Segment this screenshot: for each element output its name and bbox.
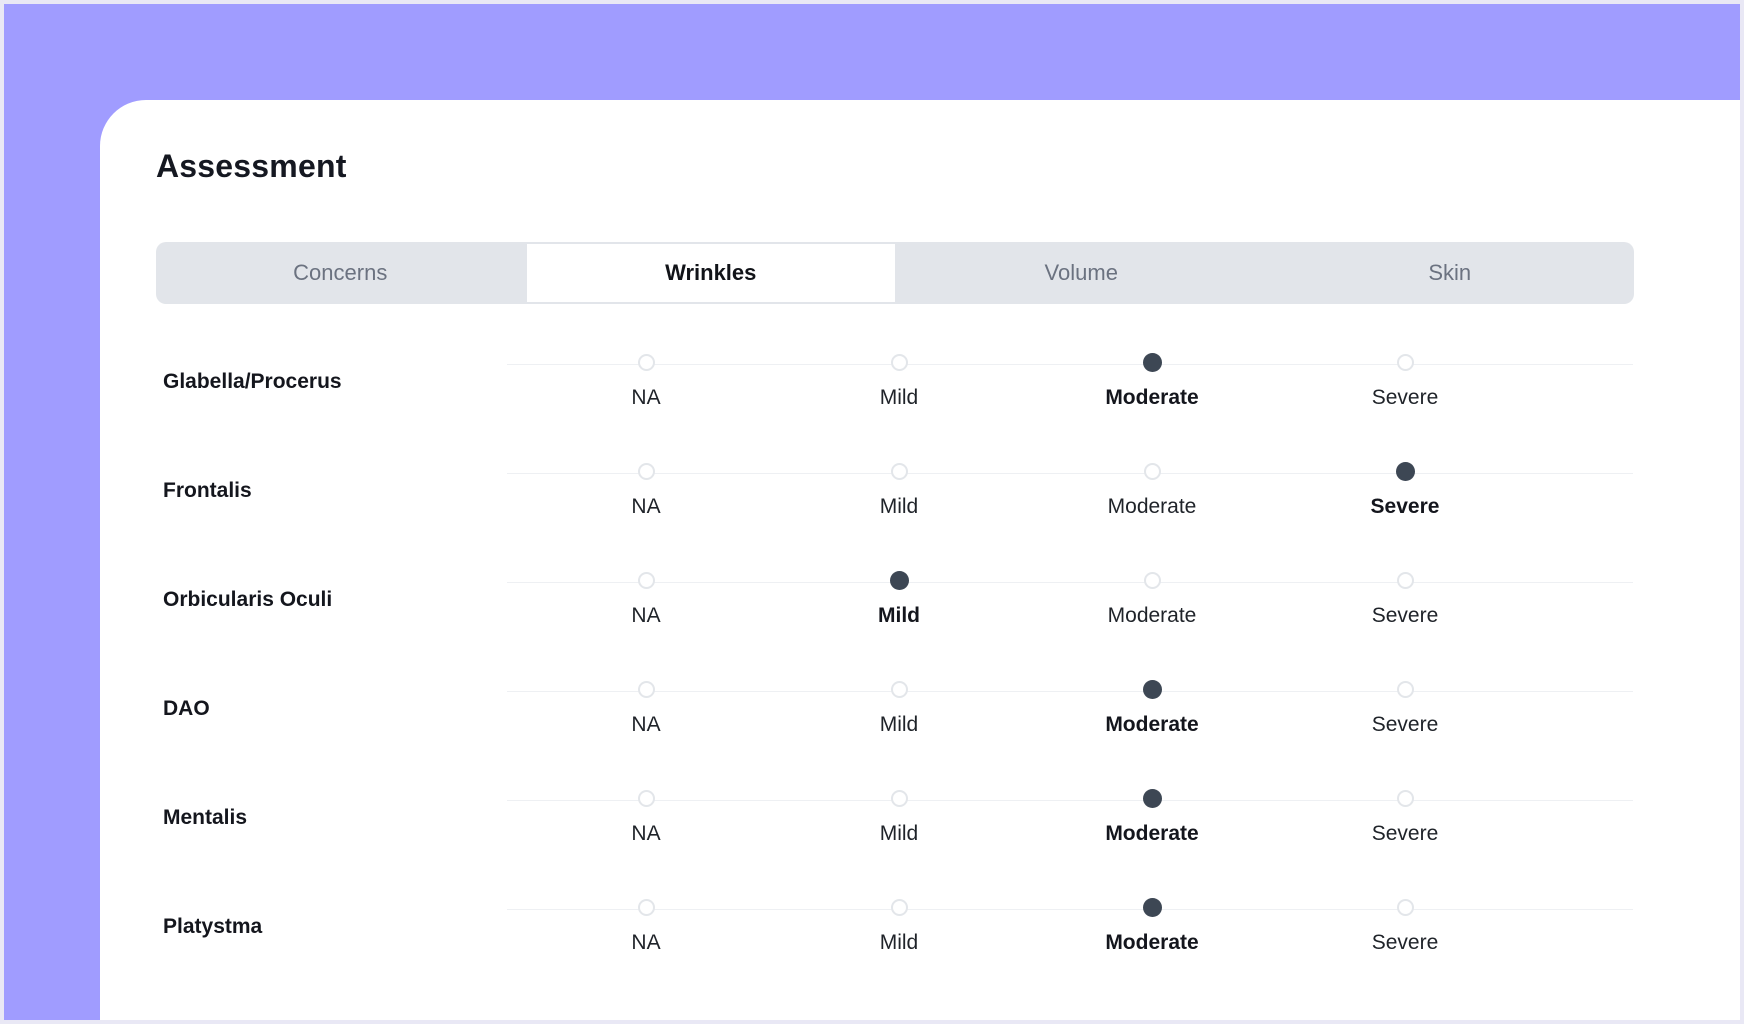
option-label: Mild <box>879 495 919 518</box>
assessment-row: Mentalis NA Mild Moderate Severe <box>100 748 1740 857</box>
row-label: DAO <box>163 697 210 720</box>
rating-option-moderate[interactable]: Moderate <box>1072 789 1232 846</box>
rating-option-severe[interactable]: Severe <box>1325 790 1485 846</box>
rating-option-moderate[interactable]: Moderate <box>1072 680 1232 737</box>
tab-concerns[interactable]: Concerns <box>156 242 525 304</box>
option-label: Severe <box>1371 604 1439 627</box>
option-label: NA <box>631 931 661 954</box>
radio-unselected[interactable] <box>1143 463 1161 480</box>
radio-unselected[interactable] <box>1396 681 1414 698</box>
radio-unselected[interactable] <box>1396 899 1414 916</box>
option-label: Moderate <box>1105 822 1199 845</box>
radio-selected[interactable] <box>889 571 909 590</box>
option-label: Mild <box>879 931 919 954</box>
option-label: Moderate <box>1105 713 1199 736</box>
assessment-row: Platystma NA Mild Moderate Severe <box>100 857 1740 966</box>
option-label: Severe <box>1371 931 1439 954</box>
rating-option-severe[interactable]: Severe <box>1325 899 1485 955</box>
option-label: NA <box>631 713 661 736</box>
rating-option-na[interactable]: NA <box>566 899 726 955</box>
rating-option-mild[interactable]: Mild <box>819 354 979 410</box>
tab-volume[interactable]: Volume <box>897 242 1266 304</box>
radio-unselected[interactable] <box>1143 572 1161 589</box>
row-label: Glabella/Procerus <box>163 370 342 393</box>
option-label: Mild <box>879 386 919 409</box>
radio-unselected[interactable] <box>1396 790 1414 807</box>
option-label: Moderate <box>1107 495 1197 518</box>
option-label: Severe <box>1371 822 1439 845</box>
row-label: Platystma <box>163 915 263 938</box>
tab-bar: Concerns Wrinkles Volume Skin <box>156 242 1634 304</box>
radio-selected[interactable] <box>1142 680 1162 699</box>
radio-unselected[interactable] <box>637 354 655 371</box>
rating-option-na[interactable]: NA <box>566 463 726 519</box>
radio-unselected[interactable] <box>890 899 908 916</box>
radio-unselected[interactable] <box>1396 354 1414 371</box>
rating-option-moderate[interactable]: Moderate <box>1072 353 1232 410</box>
rating-option-mild[interactable]: Mild <box>819 681 979 737</box>
tab-skin[interactable]: Skin <box>1266 242 1635 304</box>
option-label: Mild <box>879 822 919 845</box>
radio-unselected[interactable] <box>637 463 655 480</box>
rating-option-na[interactable]: NA <box>566 681 726 737</box>
radio-selected[interactable] <box>1395 462 1415 481</box>
option-label: NA <box>631 822 661 845</box>
rating-option-moderate[interactable]: Moderate <box>1072 463 1232 519</box>
radio-unselected[interactable] <box>890 681 908 698</box>
row-label: Mentalis <box>163 806 248 829</box>
option-label: NA <box>631 495 661 518</box>
rating-option-moderate[interactable]: Moderate <box>1072 898 1232 955</box>
radio-unselected[interactable] <box>637 790 655 807</box>
rating-option-moderate[interactable]: Moderate <box>1072 572 1232 628</box>
rating-option-na[interactable]: NA <box>566 790 726 846</box>
radio-unselected[interactable] <box>637 681 655 698</box>
option-label: Severe <box>1371 713 1439 736</box>
assessment-row: Glabella/Procerus NA Mild Moderate Severe <box>100 312 1740 421</box>
rating-option-na[interactable]: NA <box>566 354 726 410</box>
radio-selected[interactable] <box>1142 353 1162 372</box>
tab-wrinkles[interactable]: Wrinkles <box>524 242 897 304</box>
option-label: Severe <box>1371 386 1439 409</box>
rating-option-severe[interactable]: Severe <box>1325 354 1485 410</box>
option-label: Moderate <box>1105 386 1199 409</box>
radio-unselected[interactable] <box>1396 572 1414 589</box>
rating-option-mild[interactable]: Mild <box>819 790 979 846</box>
rating-option-mild[interactable]: Mild <box>819 463 979 519</box>
radio-selected[interactable] <box>1142 789 1162 808</box>
rating-option-mild[interactable]: Mild <box>819 571 979 628</box>
rating-option-severe[interactable]: Severe <box>1325 462 1485 519</box>
radio-unselected[interactable] <box>890 463 908 480</box>
rating-option-severe[interactable]: Severe <box>1325 681 1485 737</box>
rating-option-mild[interactable]: Mild <box>819 899 979 955</box>
assessment-row: DAO NA Mild Moderate Severe <box>100 639 1740 748</box>
row-label: Orbicularis Oculi <box>163 588 333 611</box>
option-label: NA <box>631 604 661 627</box>
rating-option-severe[interactable]: Severe <box>1325 572 1485 628</box>
assessment-row: Orbicularis Oculi NA Mild Moderate Severe <box>100 530 1740 639</box>
radio-selected[interactable] <box>1142 898 1162 917</box>
page-title: Assessment <box>156 148 347 184</box>
option-label: Moderate <box>1107 604 1197 627</box>
option-label: Mild <box>878 604 920 627</box>
option-label: Severe <box>1370 495 1440 518</box>
assessment-row: Frontalis NA Mild Moderate Severe <box>100 421 1740 530</box>
radio-unselected[interactable] <box>890 354 908 371</box>
row-label: Frontalis <box>163 479 252 502</box>
radio-unselected[interactable] <box>890 790 908 807</box>
radio-unselected[interactable] <box>637 899 655 916</box>
assessment-card: Assessment Concerns Wrinkles Volume Skin… <box>100 100 1740 1020</box>
assessment-rows: Glabella/Procerus NA Mild Moderate Severe Fro… <box>100 312 1740 966</box>
option-label: Mild <box>879 713 919 736</box>
option-label: NA <box>631 386 661 409</box>
option-label: Moderate <box>1105 931 1199 954</box>
rating-option-na[interactable]: NA <box>566 572 726 628</box>
radio-unselected[interactable] <box>637 572 655 589</box>
